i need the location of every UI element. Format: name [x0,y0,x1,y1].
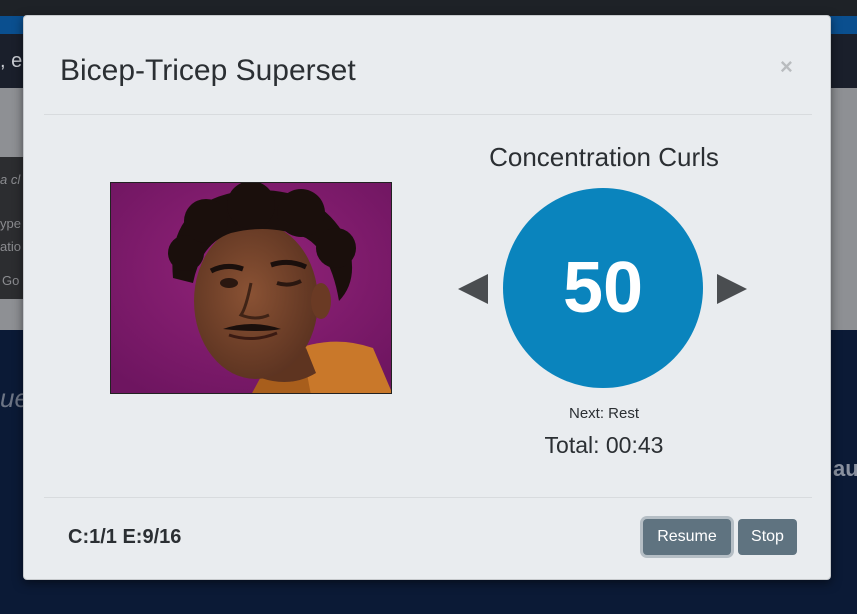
resume-button[interactable]: Resume [643,519,731,555]
background-top-bar [0,0,857,16]
triangle-left-icon[interactable] [458,274,490,309]
background-text: ype [0,216,21,231]
exercise-name: Concentration Curls [489,142,719,172]
counter-value: 50 [562,248,644,328]
next-exercise-label: Next: Rest [568,405,640,422]
background-text: au [833,456,857,481]
triangle-right-icon[interactable] [717,274,749,309]
stop-button[interactable]: Stop [738,519,797,555]
background-nav-text: , e [0,50,23,72]
rep-counter: 50 [503,188,703,388]
header-divider [44,114,812,115]
progress-indicator: C:1/1 E:9/16 [68,526,182,548]
workout-modal: Bicep-Tricep Superset × Concentration Cu… [23,15,831,580]
close-icon[interactable]: × [780,54,793,80]
exercise-photo [110,182,392,394]
modal-title: Bicep-Tricep Superset [60,54,356,87]
footer-divider [44,497,812,498]
background-text: Go [2,273,20,288]
total-time: Total: 00:43 [544,432,664,458]
background-text: atio [0,239,21,254]
background-text: a cl [0,172,21,187]
